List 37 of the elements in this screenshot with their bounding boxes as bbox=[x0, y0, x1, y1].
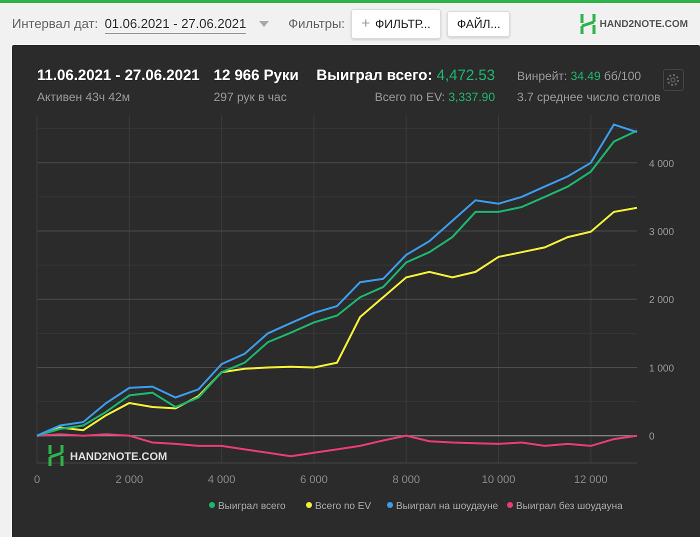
x-axis-label: 4 000 bbox=[208, 474, 236, 486]
y-axis-label: 4 000 bbox=[649, 158, 674, 170]
y-axis-label: 2 000 bbox=[649, 295, 674, 306]
x-axis-label: 2 000 bbox=[116, 474, 144, 486]
gear-icon bbox=[666, 73, 680, 87]
date-range-dropdown[interactable]: 01.06.2021 - 27.06.2021 bbox=[104, 14, 246, 34]
ev-total-text: Всего по EV: 3,337.90 bbox=[374, 89, 496, 106]
y-axis-label: 1 000 bbox=[649, 363, 674, 374]
caret-icon bbox=[258, 21, 269, 27]
y-axis-label: 3 000 bbox=[649, 227, 674, 238]
x-axis-label: 6 000 bbox=[300, 474, 328, 486]
filter-button[interactable]: + ФИЛЬТР... bbox=[351, 8, 441, 40]
x-axis-label: 8 000 bbox=[392, 474, 420, 486]
y-axis-label: 0 bbox=[649, 432, 655, 443]
x-axis-label: 0 bbox=[34, 474, 40, 486]
summary-value: 12 966 Руки bbox=[214, 67, 300, 85]
summary-caption: 297 рук в час bbox=[214, 89, 288, 106]
logo-icon bbox=[580, 14, 596, 34]
watermark-text: HAND2NOTE.COM bbox=[70, 451, 168, 463]
total-won-text: Выиграл всего: 4,472.53 bbox=[315, 67, 496, 85]
date-label: Интервал дат: bbox=[12, 15, 98, 34]
legend-label: Всего по EV bbox=[315, 501, 372, 512]
winrate-text: Винрейт: 34.49 бб/100 bbox=[517, 68, 642, 85]
tables-caption: 3.7 среднее число столов bbox=[517, 89, 662, 106]
logo-icon bbox=[48, 444, 64, 468]
filters-label: Фильтры: bbox=[288, 15, 345, 34]
logo-text: HAND2NOTE.COM bbox=[600, 18, 688, 32]
summary-caption: Активен 43ч 42м bbox=[37, 89, 131, 106]
plus-icon: + bbox=[361, 14, 370, 32]
legend-label: Выиграл без шоудауна bbox=[516, 501, 623, 512]
x-axis-label: 12 000 bbox=[574, 474, 608, 486]
x-axis-label: 10 000 bbox=[482, 474, 516, 486]
summary-value: 11.06.2021 - 27.06.2021 bbox=[37, 67, 201, 85]
settings-button[interactable] bbox=[662, 69, 684, 91]
legend-label: Выиграл всего bbox=[218, 501, 286, 512]
file-button[interactable]: ФАЙЛ... bbox=[447, 11, 510, 37]
legend-label: Выиграл на шоудауне bbox=[396, 501, 498, 512]
